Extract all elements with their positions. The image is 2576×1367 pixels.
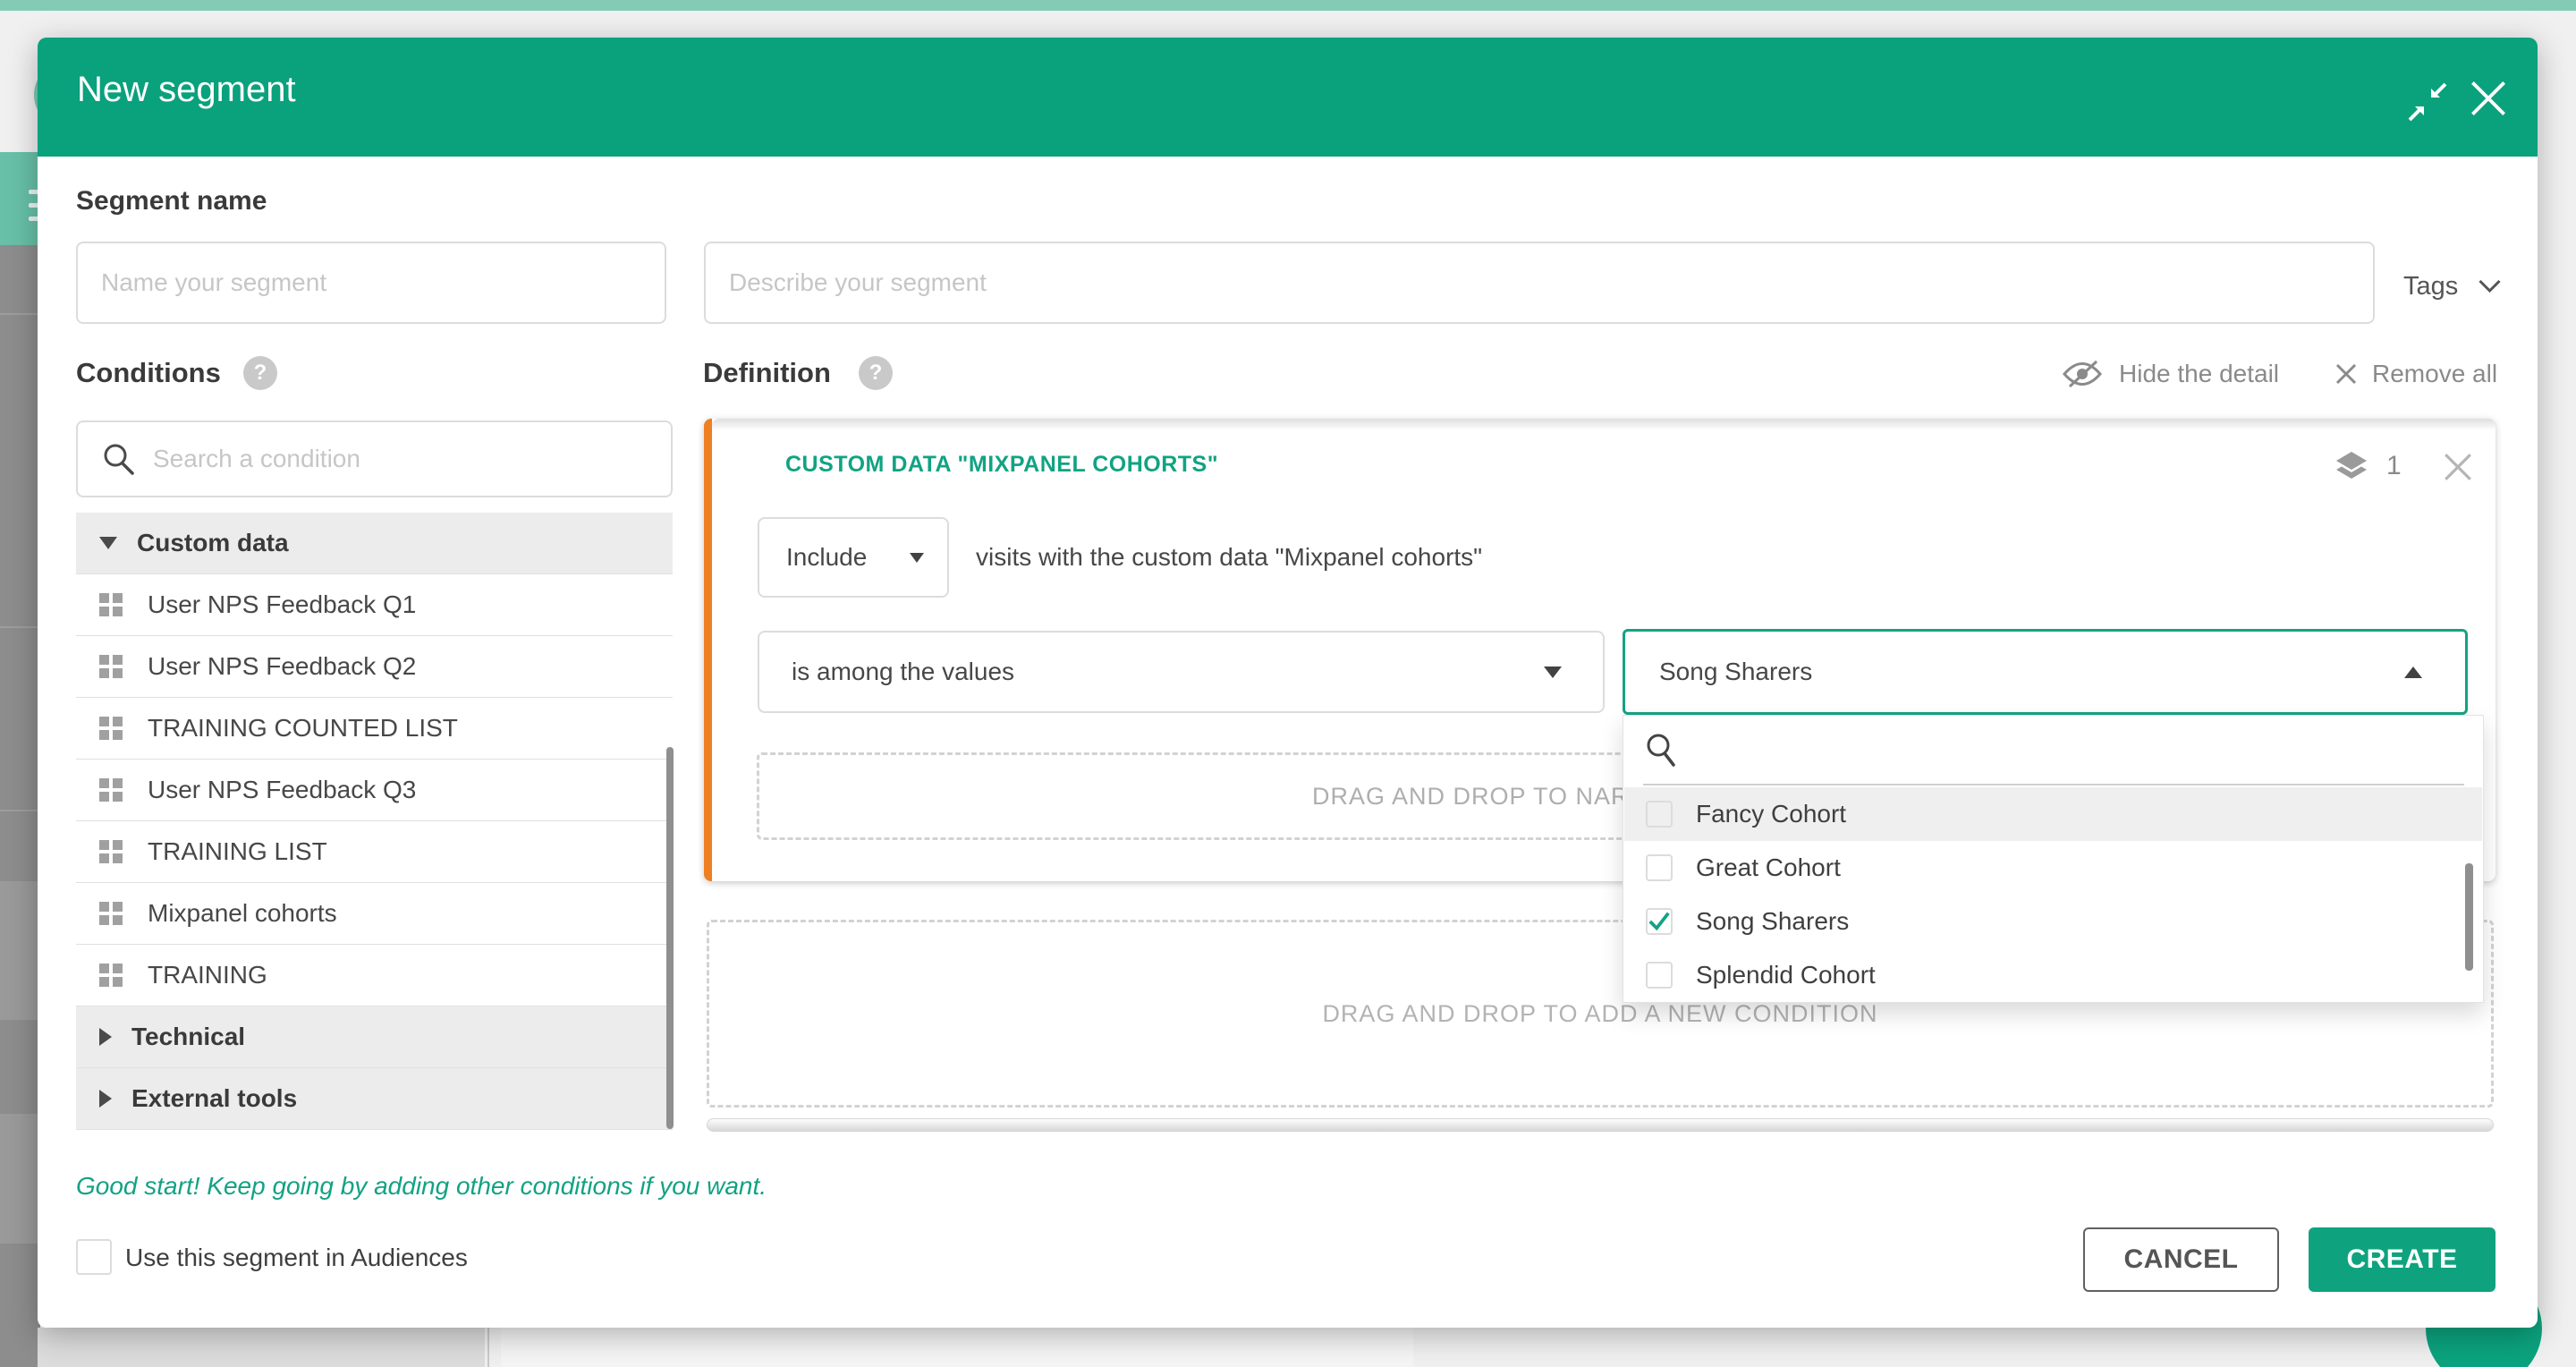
conditions-list: Custom data User NPS Feedback Q1 User NP… — [76, 513, 673, 1130]
triangle-right-icon — [99, 1090, 112, 1108]
screen: New segment Segment name Tags Conditions — [0, 0, 2576, 1367]
condition-item[interactable]: User NPS Feedback Q3 — [76, 760, 673, 821]
values-search-input[interactable] — [1686, 730, 2441, 777]
caret-up-icon — [2404, 667, 2422, 678]
conditions-help-icon[interactable] — [243, 356, 277, 390]
new-segment-modal: New segment Segment name Tags Conditions — [38, 38, 2538, 1328]
close-icon[interactable] — [2469, 79, 2508, 118]
remove-all-button[interactable]: Remove all — [2334, 356, 2497, 392]
segment-name-label: Segment name — [76, 186, 267, 217]
page-bottom-panel — [501, 1328, 1413, 1367]
checkbox[interactable] — [1646, 962, 1673, 989]
values-dropdown-panel: Fancy Cohort Great Cohort Song Sharers — [1623, 715, 2484, 1003]
condition-card-title: CUSTOM DATA "MIXPANEL COHORTS" — [785, 452, 1218, 478]
layer-count: 1 — [2386, 451, 2402, 481]
triangle-right-icon — [99, 1028, 112, 1046]
add-dropzone-text: DRAG AND DROP TO ADD A NEW CONDITION — [1322, 1000, 1877, 1028]
condition-item[interactable]: TRAINING — [76, 945, 673, 1006]
search-icon — [101, 441, 137, 477]
hide-detail-label: Hide the detail — [2119, 360, 2279, 388]
condition-search — [76, 420, 673, 497]
create-button[interactable]: CREATE — [2309, 1227, 2496, 1292]
drag-handle-icon[interactable] — [99, 840, 126, 863]
caret-down-icon — [910, 553, 924, 563]
value-selected: Song Sharers — [1659, 658, 1812, 686]
drag-handle-icon[interactable] — [99, 717, 126, 740]
search-icon — [1645, 732, 1677, 768]
condition-item[interactable]: User NPS Feedback Q2 — [76, 636, 673, 698]
operator-select[interactable]: is among the values — [758, 631, 1605, 713]
hint-text: Good start! Keep going by adding other c… — [76, 1172, 767, 1201]
triangle-down-icon — [99, 537, 117, 549]
check-icon — [1648, 910, 1671, 933]
collapse-icon[interactable] — [2408, 82, 2447, 122]
value-select[interactable]: Song Sharers — [1623, 629, 2468, 715]
page-topbar — [0, 0, 2576, 11]
audiences-checkbox[interactable] — [76, 1239, 112, 1275]
drag-handle-icon[interactable] — [99, 902, 126, 925]
modal-header: New segment — [38, 38, 2538, 157]
condition-item[interactable]: Mixpanel cohorts — [76, 883, 673, 945]
chevron-down-icon — [2478, 279, 2502, 293]
remove-all-x-icon — [2334, 362, 2358, 386]
checkbox[interactable] — [1646, 801, 1673, 828]
eye-off-icon — [2062, 359, 2103, 389]
condition-item[interactable]: TRAINING LIST — [76, 821, 673, 883]
condition-item[interactable]: TRAINING COUNTED LIST — [76, 698, 673, 760]
segment-description-input[interactable] — [704, 242, 2375, 324]
cancel-button[interactable]: CANCEL — [2083, 1227, 2279, 1292]
caret-down-icon — [1544, 667, 1562, 678]
condition-search-input[interactable] — [151, 427, 671, 491]
condition-item[interactable]: User NPS Feedback Q1 — [76, 574, 673, 636]
drag-handle-icon[interactable] — [99, 964, 126, 987]
sidebar-section — [0, 881, 40, 1020]
condition-group-custom-data[interactable]: Custom data — [76, 513, 673, 574]
page-bottom-panel — [38, 1328, 485, 1367]
value-option[interactable]: Song Sharers — [1624, 895, 2482, 948]
value-option[interactable]: Fancy Cohort — [1624, 787, 2482, 841]
drag-handle-icon[interactable] — [99, 655, 126, 678]
modal-title: New segment — [77, 70, 296, 110]
value-option[interactable]: Great Cohort — [1624, 841, 2482, 895]
value-option[interactable]: Splendid Cohort — [1624, 948, 2482, 1002]
drag-handle-icon[interactable] — [99, 593, 126, 616]
tags-dropdown[interactable]: Tags — [2403, 267, 2520, 306]
sidebar-section — [0, 1114, 40, 1244]
sidebar-menu-button — [0, 152, 40, 245]
drag-handle-icon[interactable] — [99, 778, 126, 802]
checkbox[interactable] — [1646, 854, 1673, 881]
include-value: Include — [786, 543, 867, 572]
condition-group-technical[interactable]: Technical — [76, 1006, 673, 1068]
condition-card: CUSTOM DATA "MIXPANEL COHORTS" 1 Include… — [704, 419, 2496, 881]
conditions-title: Conditions — [76, 357, 221, 389]
definition-help-icon[interactable] — [859, 356, 893, 390]
condition-sentence: visits with the custom data "Mixpanel co… — [976, 517, 1482, 598]
conditions-scrollbar[interactable] — [666, 747, 674, 1129]
layers-icon[interactable] — [2333, 449, 2370, 487]
checkbox[interactable] — [1646, 908, 1673, 935]
operator-value: is among the values — [792, 658, 1014, 686]
audiences-checkbox-label: Use this segment in Audiences — [125, 1244, 468, 1272]
definition-title: Definition — [703, 357, 831, 389]
remove-all-label: Remove all — [2372, 360, 2497, 388]
definition-horizontal-scrollbar[interactable] — [707, 1118, 2494, 1132]
dropdown-scrollbar[interactable] — [2465, 863, 2473, 971]
tags-label: Tags — [2403, 272, 2458, 301]
hide-detail-button[interactable]: Hide the detail — [2062, 356, 2279, 392]
segment-name-input[interactable] — [76, 242, 666, 324]
condition-group-external-tools[interactable]: External tools — [76, 1068, 673, 1130]
include-select[interactable]: Include — [758, 517, 949, 598]
card-close-icon[interactable] — [2442, 451, 2474, 483]
